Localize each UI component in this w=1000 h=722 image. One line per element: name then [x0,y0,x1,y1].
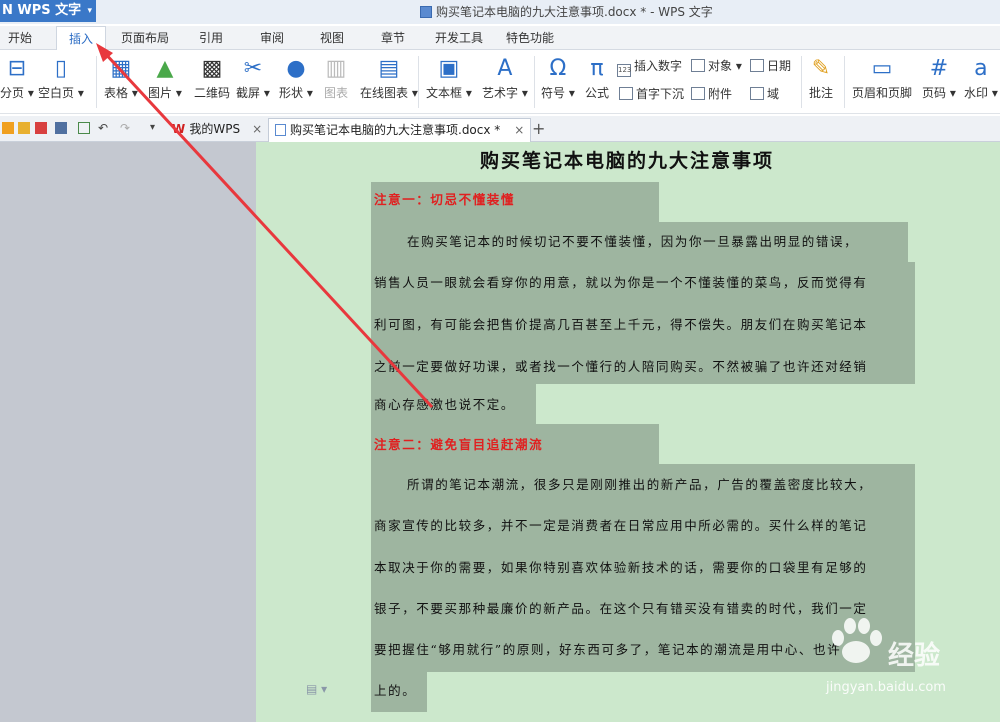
annotation-arrow [96,43,434,409]
